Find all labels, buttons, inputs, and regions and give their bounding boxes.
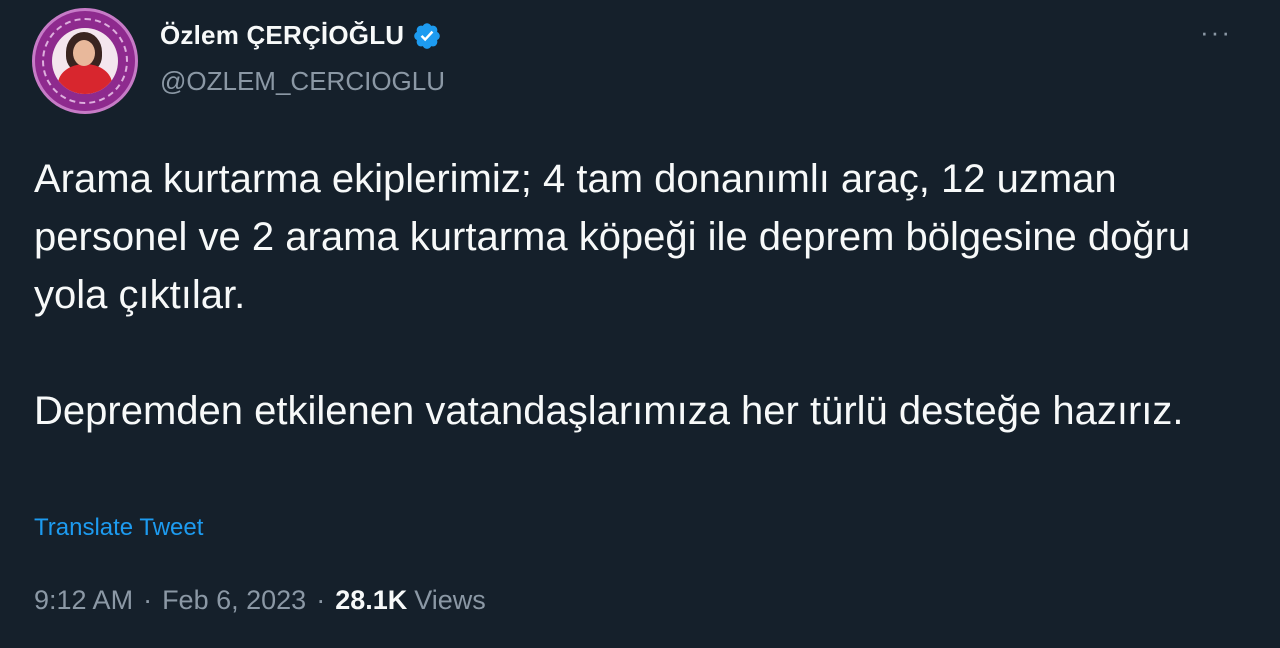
tweet-paragraph: Arama kurtarma ekiplerimiz; 4 tam donanı… bbox=[34, 157, 1191, 317]
more-options-icon[interactable]: ··· bbox=[1200, 19, 1232, 45]
avatar[interactable] bbox=[32, 8, 138, 114]
avatar-photo bbox=[52, 28, 118, 94]
author-name[interactable]: Özlem ÇERÇİOĞLU bbox=[160, 20, 404, 51]
tweet-card: Özlem ÇERÇİOĞLU @OZLEM_CERCIOGLU ··· Ara… bbox=[0, 0, 1280, 648]
tweet-meta: 9:12 AM · Feb 6, 2023 · 28.1K Views bbox=[34, 585, 486, 616]
translate-tweet-link[interactable]: Translate Tweet bbox=[34, 514, 203, 542]
views-count[interactable]: 28.1K bbox=[335, 585, 407, 616]
author-handle[interactable]: @OZLEM_CERCIOGLU bbox=[160, 66, 445, 97]
meta-separator: · bbox=[316, 585, 326, 615]
tweet-time[interactable]: 9:12 AM bbox=[34, 585, 133, 616]
meta-separator: · bbox=[143, 585, 153, 615]
tweet-paragraph: Depremden etkilenen vatandaşlarımıza her… bbox=[34, 389, 1184, 433]
views-label: Views bbox=[414, 585, 486, 615]
tweet-header: Özlem ÇERÇİOĞLU @OZLEM_CERCIOGLU ··· bbox=[32, 8, 1246, 114]
author-name-row: Özlem ÇERÇİOĞLU bbox=[160, 20, 442, 51]
tweet-date[interactable]: Feb 6, 2023 bbox=[162, 585, 306, 616]
tweet-text: Arama kurtarma ekiplerimiz; 4 tam donanı… bbox=[34, 150, 1244, 440]
verified-badge-icon bbox=[412, 21, 442, 51]
